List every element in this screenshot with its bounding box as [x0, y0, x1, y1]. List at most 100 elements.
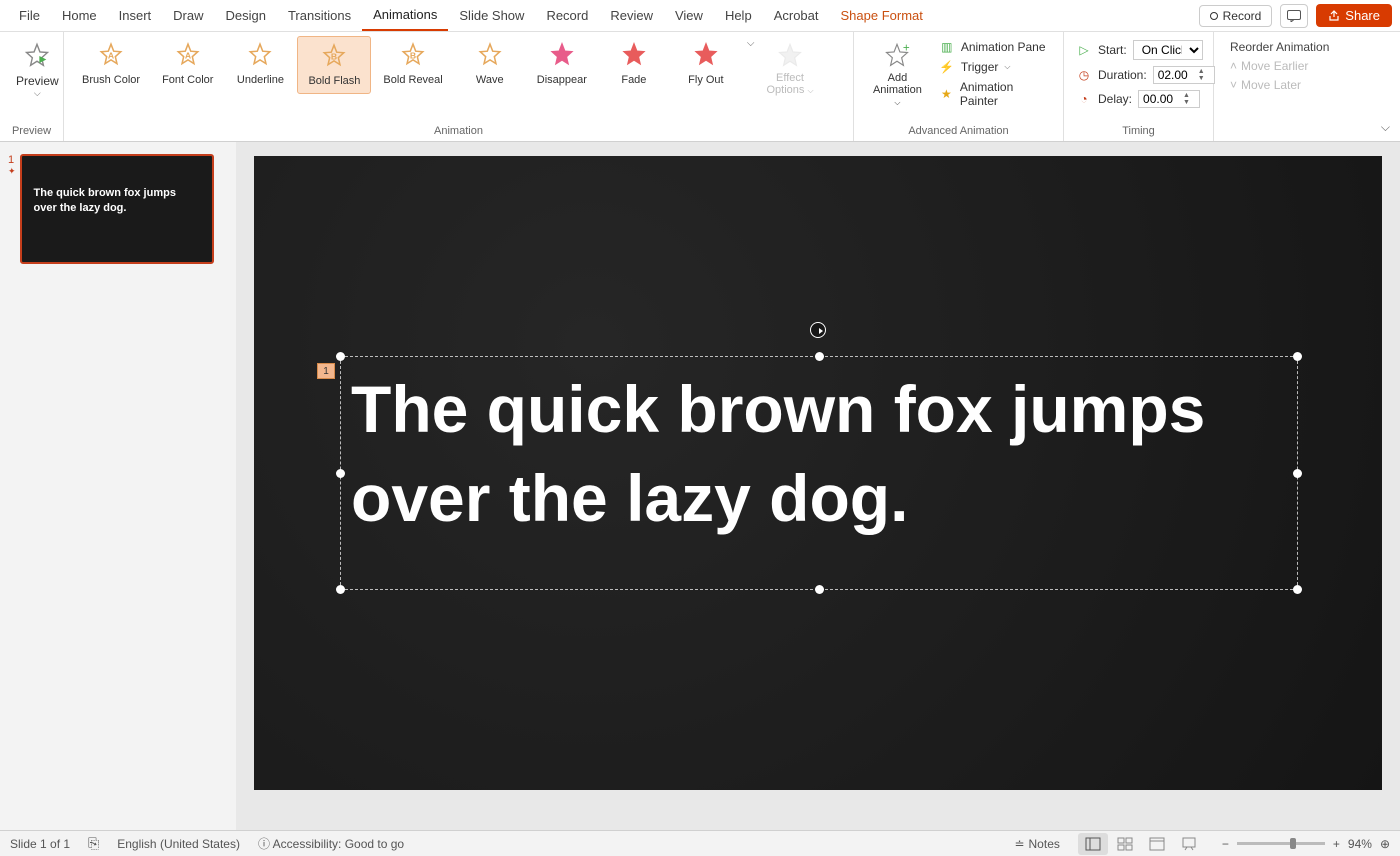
resize-handle-ne[interactable] — [1293, 352, 1302, 361]
star-plus-icon: + — [883, 42, 911, 70]
delay-label: Delay: — [1098, 92, 1132, 106]
zoom-in-button[interactable]: + — [1333, 837, 1340, 851]
svg-text:B: B — [331, 51, 337, 61]
accessibility-icon: ⓘ — [258, 837, 270, 851]
group-reorder: Reorder Animation ˄ Move Earlier ˅ Move … — [1214, 32, 1354, 141]
collapse-ribbon-button[interactable]: ⌵ — [1381, 120, 1390, 135]
start-select[interactable]: On Click — [1133, 40, 1203, 60]
delay-input[interactable]: ▲▼ — [1138, 90, 1200, 108]
animation-brush-color[interactable]: A Brush Color — [72, 36, 150, 92]
zoom-level[interactable]: 94% — [1348, 837, 1372, 851]
star-icon — [621, 42, 647, 68]
star-icon — [776, 42, 804, 70]
slide-editor[interactable]: 1 The quick brown fox jumps over the laz… — [236, 142, 1400, 830]
normal-view-button[interactable] — [1078, 833, 1108, 855]
ribbon: Preview ⌵ Preview A Brush Color A Font C… — [0, 32, 1400, 142]
thumbnail-text: The quick brown fox jumps over the lazy … — [34, 186, 202, 216]
move-earlier-button: ˄ Move Earlier — [1230, 59, 1329, 73]
tab-design[interactable]: Design — [215, 1, 277, 30]
slide-canvas[interactable]: 1 The quick brown fox jumps over the laz… — [254, 156, 1382, 790]
tab-insert[interactable]: Insert — [108, 1, 163, 30]
resize-handle-sw[interactable] — [336, 585, 345, 594]
tab-animations[interactable]: Animations — [362, 0, 448, 31]
notes-button[interactable]: ≐ Notes — [1014, 837, 1059, 851]
animation-gallery: A Brush Color A Font Color Underline B B… — [72, 36, 741, 94]
tab-file[interactable]: File — [8, 1, 51, 30]
tab-help[interactable]: Help — [714, 1, 763, 30]
rotate-handle[interactable] — [810, 322, 826, 338]
tab-acrobat[interactable]: Acrobat — [763, 1, 830, 30]
spellcheck-icon[interactable]: ⎘ — [88, 835, 99, 852]
star-icon — [549, 42, 575, 68]
animation-bold-flash[interactable]: B Bold Flash — [297, 36, 371, 94]
svg-text:A: A — [108, 50, 115, 60]
gallery-scroll[interactable]: ⌵ — [741, 36, 761, 51]
animation-font-color[interactable]: A Font Color — [152, 36, 223, 92]
slide-thumbnail-panel[interactable]: 1 ✦ The quick brown fox jumps over the l… — [0, 142, 236, 830]
tab-record[interactable]: Record — [535, 1, 599, 30]
resize-handle-se[interactable] — [1293, 585, 1302, 594]
slide-counter: Slide 1 of 1 — [10, 837, 70, 851]
slide-thumbnail-1[interactable]: The quick brown fox jumps over the lazy … — [20, 154, 214, 264]
group-preview: Preview ⌵ Preview — [0, 32, 64, 141]
duration-input[interactable]: ▲▼ — [1153, 66, 1215, 84]
star-icon — [693, 42, 719, 68]
delay-icon: ◔ — [1076, 92, 1092, 106]
tab-review[interactable]: Review — [599, 1, 664, 30]
animation-indicator-icon: ✦ — [8, 166, 16, 177]
resize-handle-e[interactable] — [1293, 469, 1302, 478]
slide-text[interactable]: The quick brown fox jumps over the lazy … — [341, 357, 1297, 551]
resize-handle-s[interactable] — [815, 585, 824, 594]
resize-handle-n[interactable] — [815, 352, 824, 361]
zoom-out-button[interactable]: − — [1222, 837, 1229, 851]
trigger-button[interactable]: ⚡ Trigger ⌵ — [939, 60, 1049, 74]
tab-home[interactable]: Home — [51, 1, 108, 30]
notes-icon: ≐ — [1014, 837, 1024, 851]
animation-fly-out[interactable]: Fly Out — [671, 36, 741, 92]
animation-wave[interactable]: Wave — [455, 36, 525, 92]
star-icon: B — [321, 43, 347, 69]
tab-view[interactable]: View — [664, 1, 714, 30]
animation-pane-button[interactable]: ▥ Animation Pane — [939, 40, 1049, 54]
star-icon: A — [98, 42, 124, 68]
animation-underline[interactable]: Underline — [225, 36, 295, 92]
slideshow-button[interactable] — [1174, 833, 1204, 855]
tab-slideshow[interactable]: Slide Show — [448, 1, 535, 30]
painter-icon: ★ — [939, 87, 954, 101]
preview-button[interactable]: Preview ⌵ — [8, 36, 67, 105]
star-icon: B — [400, 42, 426, 68]
tab-draw[interactable]: Draw — [162, 1, 214, 30]
reading-view-button[interactable] — [1142, 833, 1172, 855]
animation-painter-button[interactable]: ★ Animation Painter — [939, 80, 1049, 108]
tab-shape-format[interactable]: Shape Format — [830, 1, 934, 30]
animation-bold-reveal[interactable]: B Bold Reveal — [373, 36, 452, 92]
share-button[interactable]: Share — [1316, 4, 1392, 27]
thumbnail-number: 1 — [8, 154, 16, 166]
animation-order-tag[interactable]: 1 — [317, 363, 335, 379]
svg-text:B: B — [410, 50, 416, 60]
language-indicator[interactable]: English (United States) — [117, 837, 240, 851]
tab-transitions[interactable]: Transitions — [277, 1, 362, 30]
slide-sorter-button[interactable] — [1110, 833, 1140, 855]
group-label-advanced: Advanced Animation — [862, 123, 1055, 139]
main-area: 1 ✦ The quick brown fox jumps over the l… — [0, 142, 1400, 830]
animation-fade[interactable]: Fade — [599, 36, 669, 92]
accessibility-status[interactable]: ⓘ Accessibility: Good to go — [258, 835, 404, 852]
duration-label: Duration: — [1098, 68, 1147, 82]
record-button[interactable]: Record — [1199, 5, 1273, 27]
zoom-slider[interactable] — [1237, 842, 1325, 845]
animation-disappear[interactable]: Disappear — [527, 36, 597, 92]
comments-button[interactable] — [1280, 4, 1308, 28]
share-label: Share — [1345, 8, 1380, 23]
text-box[interactable]: 1 The quick brown fox jumps over the laz… — [340, 356, 1298, 590]
resize-handle-nw[interactable] — [336, 352, 345, 361]
fit-to-window-button[interactable]: ⊕ — [1380, 837, 1390, 851]
lightning-icon: ⚡ — [939, 60, 955, 74]
star-icon — [23, 42, 51, 70]
svg-text:A: A — [185, 50, 192, 60]
chevron-down-icon[interactable]: ⌵ — [745, 36, 757, 51]
star-icon — [247, 42, 273, 68]
add-animation-button[interactable]: + AddAnimation ⌵ — [862, 36, 933, 114]
resize-handle-w[interactable] — [336, 469, 345, 478]
star-icon — [477, 42, 503, 68]
